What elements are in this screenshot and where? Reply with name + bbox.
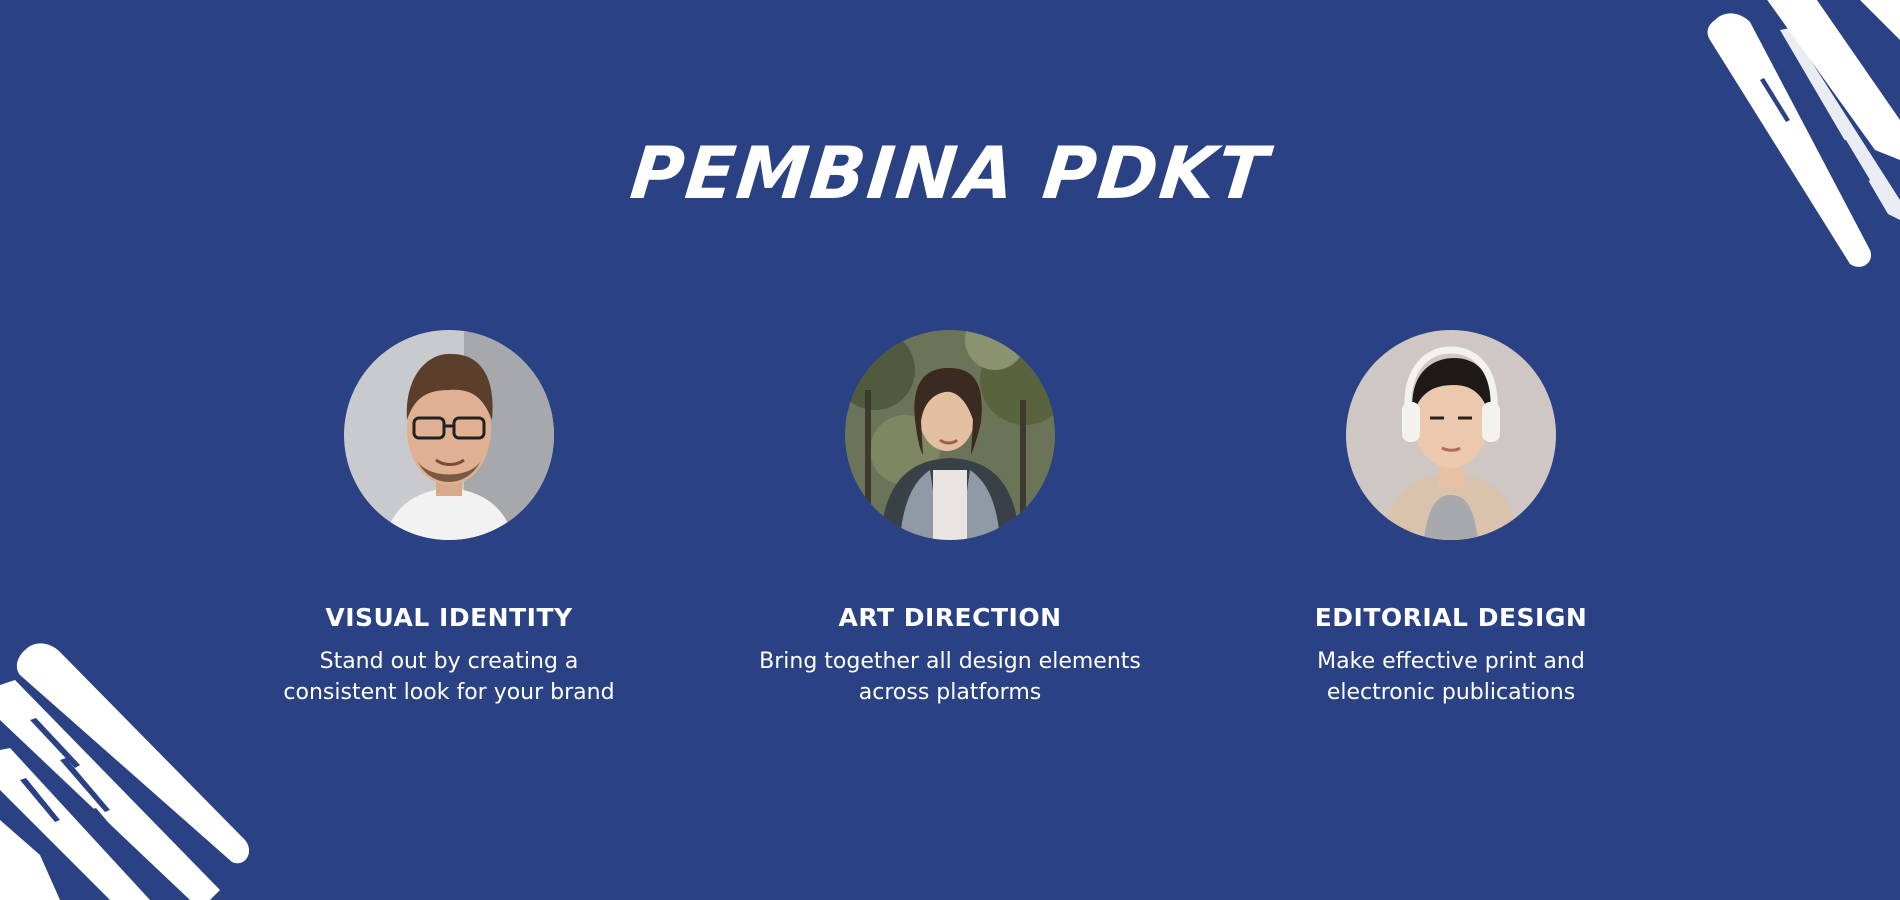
woman-in-jacket-portrait-icon	[845, 330, 1055, 540]
services-section: VISUAL IDENTITY Stand out by creating a …	[0, 330, 1900, 730]
service-card-art-direction: ART DIRECTION Bring together all design …	[740, 330, 1160, 708]
service-card-editorial-design: EDITORIAL DESIGN Make effective print an…	[1241, 330, 1661, 708]
service-description-line: consistent look for your brand	[283, 680, 615, 705]
service-title: ART DIRECTION	[838, 603, 1062, 632]
service-title: VISUAL IDENTITY	[325, 603, 573, 632]
service-description-line: Bring together all design elements	[759, 649, 1141, 674]
man-with-headphones-portrait-icon	[1346, 330, 1556, 540]
service-description: Stand out by creating a consistent look …	[239, 646, 659, 708]
man-with-glasses-portrait-icon	[344, 330, 554, 540]
service-card-visual-identity: VISUAL IDENTITY Stand out by creating a …	[239, 330, 659, 708]
service-title: EDITORIAL DESIGN	[1314, 603, 1588, 632]
page-title: PEMBINA PDKT	[626, 131, 1274, 215]
service-description: Bring together all design elements acros…	[740, 646, 1160, 708]
service-description: Make effective print and electronic publ…	[1241, 646, 1661, 708]
service-description-line: Stand out by creating a	[319, 649, 579, 674]
service-description-line: electronic publications	[1326, 680, 1576, 705]
service-description-line: Make effective print and	[1317, 649, 1585, 674]
service-description-line: across platforms	[858, 680, 1042, 705]
